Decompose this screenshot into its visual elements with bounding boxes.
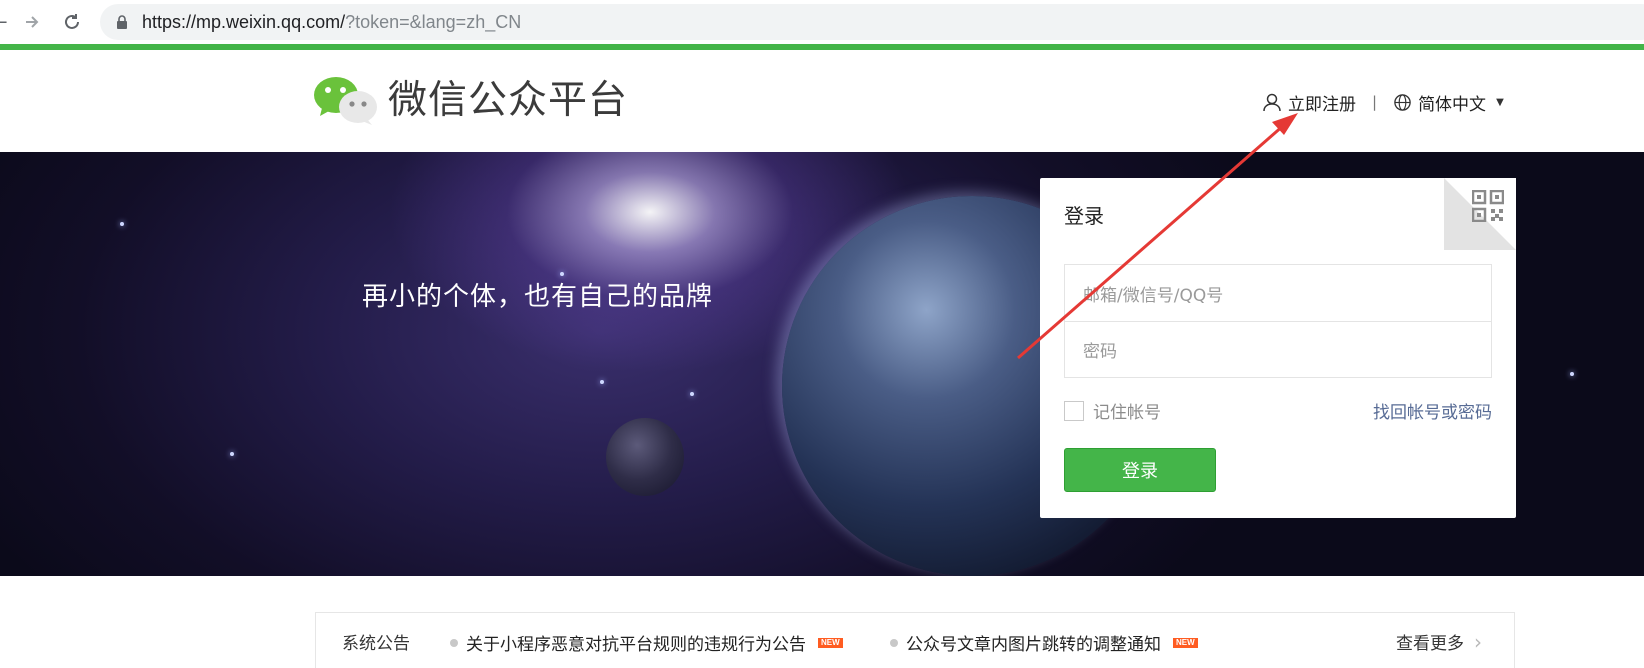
view-more-link[interactable]: 查看更多 › (1396, 629, 1482, 655)
forward-icon[interactable] (18, 8, 46, 36)
browser-toolbar: ← https://mp.weixin.qq.com/?token=&lang=… (0, 0, 1644, 44)
forgot-password-link[interactable]: 找回帐号或密码 (1373, 398, 1492, 423)
new-badge: NEW (1173, 637, 1198, 648)
qr-code-icon (1472, 190, 1504, 222)
remember-account[interactable]: 记住帐号 (1064, 398, 1161, 423)
star (560, 272, 564, 276)
star (230, 452, 234, 456)
view-more-label: 查看更多 (1396, 634, 1464, 654)
notice-item[interactable]: 关于小程序恶意对抗平台规则的违规行为公告 NEW (450, 630, 843, 655)
site-header: 微信公众平台 立即注册 | 简体中文 ▼ (0, 50, 1644, 152)
bullet-icon (890, 638, 898, 647)
notice-title: 系统公告 (342, 634, 410, 654)
chevron-right-icon: › (1474, 629, 1482, 654)
wechat-logo-icon[interactable] (312, 74, 378, 126)
language-selector[interactable]: 简体中文 ▼ (1393, 90, 1504, 115)
login-panel: 登录 邮箱/微信号/QQ号 密码 记住帐号 找回帐号或密码 登录 (1040, 178, 1516, 518)
user-icon (1263, 93, 1281, 112)
back-icon[interactable]: ← (0, 8, 14, 36)
globe-icon (1394, 93, 1411, 111)
small-planet-image (606, 418, 684, 496)
register-link[interactable]: 立即注册 (1262, 90, 1356, 115)
brand-name[interactable]: 微信公众平台 (388, 78, 628, 124)
system-notice-bar: 系统公告 关于小程序恶意对抗平台规则的违规行为公告 NEW 公众号文章内图片跳转… (315, 612, 1515, 668)
password-input[interactable]: 密码 (1065, 321, 1491, 377)
address-bar[interactable]: https://mp.weixin.qq.com/?token=&lang=zh… (100, 4, 1644, 40)
login-fields: 邮箱/微信号/QQ号 密码 (1064, 264, 1492, 378)
header-actions: 立即注册 | 简体中文 ▼ (1262, 90, 1504, 115)
language-label: 简体中文 (1418, 94, 1487, 115)
star (690, 392, 694, 396)
notice-item[interactable]: 公众号文章内图片跳转的调整通知 NEW (890, 630, 1198, 655)
star (120, 222, 124, 226)
star (600, 380, 604, 384)
remember-checkbox[interactable] (1064, 400, 1084, 421)
url-text: https://mp.weixin.qq.com/?token=&lang=zh… (142, 12, 521, 32)
url-query: ?token=&lang=zh_CN (345, 12, 522, 32)
notice-text: 关于小程序恶意对抗平台规则的违规行为公告 (466, 635, 806, 655)
lock-icon (117, 15, 127, 29)
caret-down-icon: ▼ (1496, 96, 1504, 108)
account-input[interactable]: 邮箱/微信号/QQ号 (1065, 265, 1491, 321)
remember-label: 记住帐号 (1093, 403, 1161, 423)
banner-slogan: 再小的个体，也有自己的品牌 (362, 282, 714, 312)
new-badge: NEW (818, 637, 843, 648)
url-host: https://mp.weixin.qq.com/ (142, 12, 346, 32)
reload-icon[interactable] (58, 8, 86, 36)
login-title: 登录 (1064, 204, 1104, 228)
login-button[interactable]: 登录 (1064, 448, 1216, 492)
qr-login-toggle[interactable] (1444, 178, 1516, 250)
star (1570, 372, 1574, 376)
notice-text: 公众号文章内图片跳转的调整通知 (906, 635, 1161, 655)
bullet-icon (450, 638, 458, 647)
header-separator: | (1372, 93, 1378, 111)
register-label: 立即注册 (1288, 94, 1356, 115)
